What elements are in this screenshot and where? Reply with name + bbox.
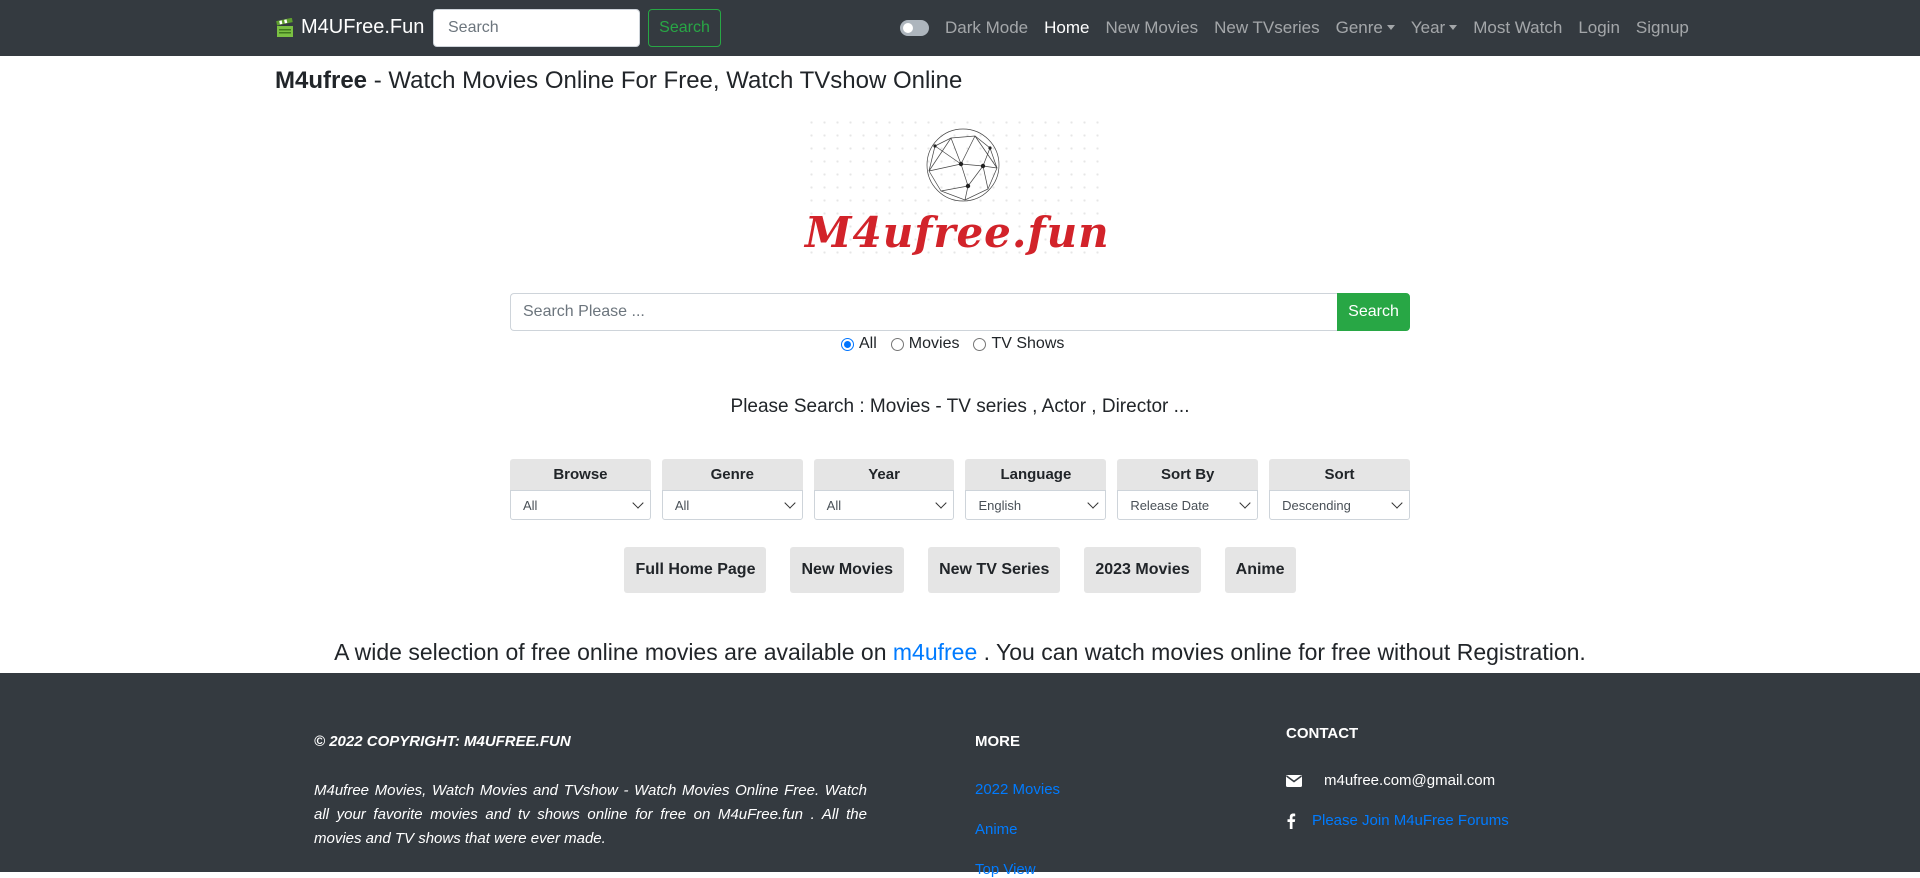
language-select[interactable]: English (965, 490, 1107, 520)
anime-button[interactable]: Anime (1224, 547, 1296, 593)
sort-order-select[interactable]: Descending (1269, 490, 1410, 520)
top-navbar: M4UFree.Fun Search Dark Mode Home New Mo… (0, 0, 1920, 56)
tagline-after: . You can watch movies online for free w… (977, 639, 1586, 665)
contact-email-row: m4ufree.com@gmail.com (1286, 772, 1495, 789)
select-value: All (523, 497, 538, 513)
filter-genre: Genre All (661, 459, 803, 520)
nav-new-tvseries[interactable]: New TVseries (1206, 18, 1328, 38)
nav-genre-label: Genre (1335, 18, 1383, 37)
page-title-rest: - Watch Movies Online For Free, Watch TV… (367, 67, 963, 94)
chevron-down-icon (935, 497, 948, 509)
browse-select[interactable]: All (510, 490, 651, 520)
site-logo: M4ufree.fun (805, 116, 1110, 264)
footer-copyright: © 2022 COPYRIGHT: M4UFREE.FUN (314, 733, 571, 750)
tagline-before: A wide selection of free online movies a… (334, 639, 893, 665)
logo-wordmark: M4ufree.fun (805, 208, 1110, 257)
filter-label: Year (813, 459, 955, 490)
2023-movies-button[interactable]: 2023 Movies (1084, 547, 1201, 593)
radio-label: All (859, 335, 877, 352)
filter-label: Genre (661, 459, 803, 490)
sort-by-select[interactable]: Release Date (1117, 490, 1259, 520)
chevron-down-icon (1391, 497, 1403, 509)
radio-all[interactable]: All (841, 335, 877, 353)
radio-button[interactable] (973, 337, 987, 351)
radio-tv-shows[interactable]: TV Shows (973, 335, 1064, 353)
nav-new-movies[interactable]: New Movies (1098, 18, 1207, 38)
caret-down-icon (1449, 25, 1458, 30)
select-value: All (674, 497, 690, 513)
caret-down-icon (1386, 25, 1395, 30)
tagline-link[interactable]: m4ufree (893, 639, 977, 665)
radio-movies[interactable]: Movies (890, 335, 960, 353)
filter-browse: Browse All (510, 459, 651, 520)
envelope-icon (1286, 774, 1324, 787)
filter-sort-by: Sort By Release Date (1117, 459, 1259, 520)
page-title-brand: M4ufree (275, 67, 368, 94)
filter-language: Language English (965, 459, 1107, 520)
footer: © 2022 COPYRIGHT: M4UFREE.FUN M4ufree Mo… (0, 673, 1920, 878)
nav-year-dropdown[interactable]: Year (1403, 18, 1465, 38)
radio-button[interactable] (890, 337, 904, 351)
filter-year: Year All (813, 459, 955, 520)
brand-name: M4UFree.Fun (301, 16, 425, 38)
radio-label: TV Shows (991, 335, 1065, 352)
footer-link-top-view[interactable]: Top View (975, 861, 1036, 878)
search-hint: Please Search : Movies - TV series , Act… (730, 396, 1190, 417)
dark-mode-toggle[interactable] (900, 20, 929, 36)
select-value: Descending (1282, 497, 1351, 513)
nav-genre-dropdown[interactable]: Genre (1328, 18, 1403, 38)
contact-email: m4ufree.com@gmail.com (1324, 772, 1496, 789)
forum-link[interactable]: Please Join M4uFree Forums (1312, 812, 1509, 829)
nav-search-input[interactable] (433, 9, 640, 47)
footer-link-anime[interactable]: Anime (975, 821, 1018, 838)
footer-more-heading: MORE (975, 733, 1020, 750)
main-search-button[interactable]: Search (1337, 293, 1410, 331)
filter-label: Language (965, 459, 1107, 490)
footer-link-2022-movies[interactable]: 2022 Movies (975, 781, 1060, 798)
brand-link[interactable]: M4UFree.Fun (275, 16, 424, 39)
select-value: English (978, 497, 1022, 513)
filter-label: Browse (510, 459, 651, 490)
tagline: A wide selection of free online movies a… (0, 639, 1920, 666)
year-select[interactable]: All (813, 490, 955, 520)
new-tv-series-button[interactable]: New TV Series (928, 547, 1061, 593)
nav-links: Dark Mode Home New Movies New TVseries G… (937, 0, 1697, 56)
filter-sort: Sort Descending (1269, 459, 1410, 520)
facebook-icon[interactable] (1286, 813, 1312, 829)
radio-button[interactable] (841, 337, 854, 351)
radio-label: Movies (908, 335, 960, 352)
nav-year-label: Year (1410, 18, 1446, 37)
filter-label: Sort By (1117, 459, 1259, 490)
new-movies-button[interactable]: New Movies (790, 547, 905, 593)
filter-label: Sort (1269, 459, 1410, 490)
footer-about: M4ufree Movies, Watch Movies and TVshow … (314, 782, 867, 847)
genre-select[interactable]: All (661, 490, 803, 520)
select-value: Release Date (1130, 497, 1210, 513)
full-home-page-button[interactable]: Full Home Page (624, 547, 767, 593)
contact-forum-row: Please Join M4uFree Forums (1286, 812, 1509, 829)
nav-login[interactable]: Login (1570, 18, 1628, 38)
nav-most-watch[interactable]: Most Watch (1465, 18, 1570, 38)
chevron-down-icon (1087, 497, 1099, 509)
page-title: M4ufree - Watch Movies Online For Free, … (275, 67, 962, 95)
search-type-radio-group: All Movies TV Shows (841, 333, 1064, 355)
filter-bar: Browse All Genre All Year All Language E… (510, 459, 1410, 520)
main-search-input[interactable] (510, 293, 1337, 331)
select-value: All (826, 497, 842, 513)
footer-contact-heading: CONTACT (1286, 725, 1359, 742)
dark-mode-label[interactable]: Dark Mode (937, 18, 1036, 38)
clapperboard-icon (276, 17, 293, 37)
chevron-down-icon (632, 497, 644, 509)
nav-home[interactable]: Home (1036, 18, 1097, 38)
chevron-down-icon (1239, 497, 1251, 509)
chevron-down-icon (783, 497, 796, 509)
nav-search-button[interactable]: Search (648, 9, 721, 47)
quick-links: Full Home Page New Movies New TV Series … (0, 547, 1920, 593)
nav-signup[interactable]: Signup (1628, 18, 1697, 38)
